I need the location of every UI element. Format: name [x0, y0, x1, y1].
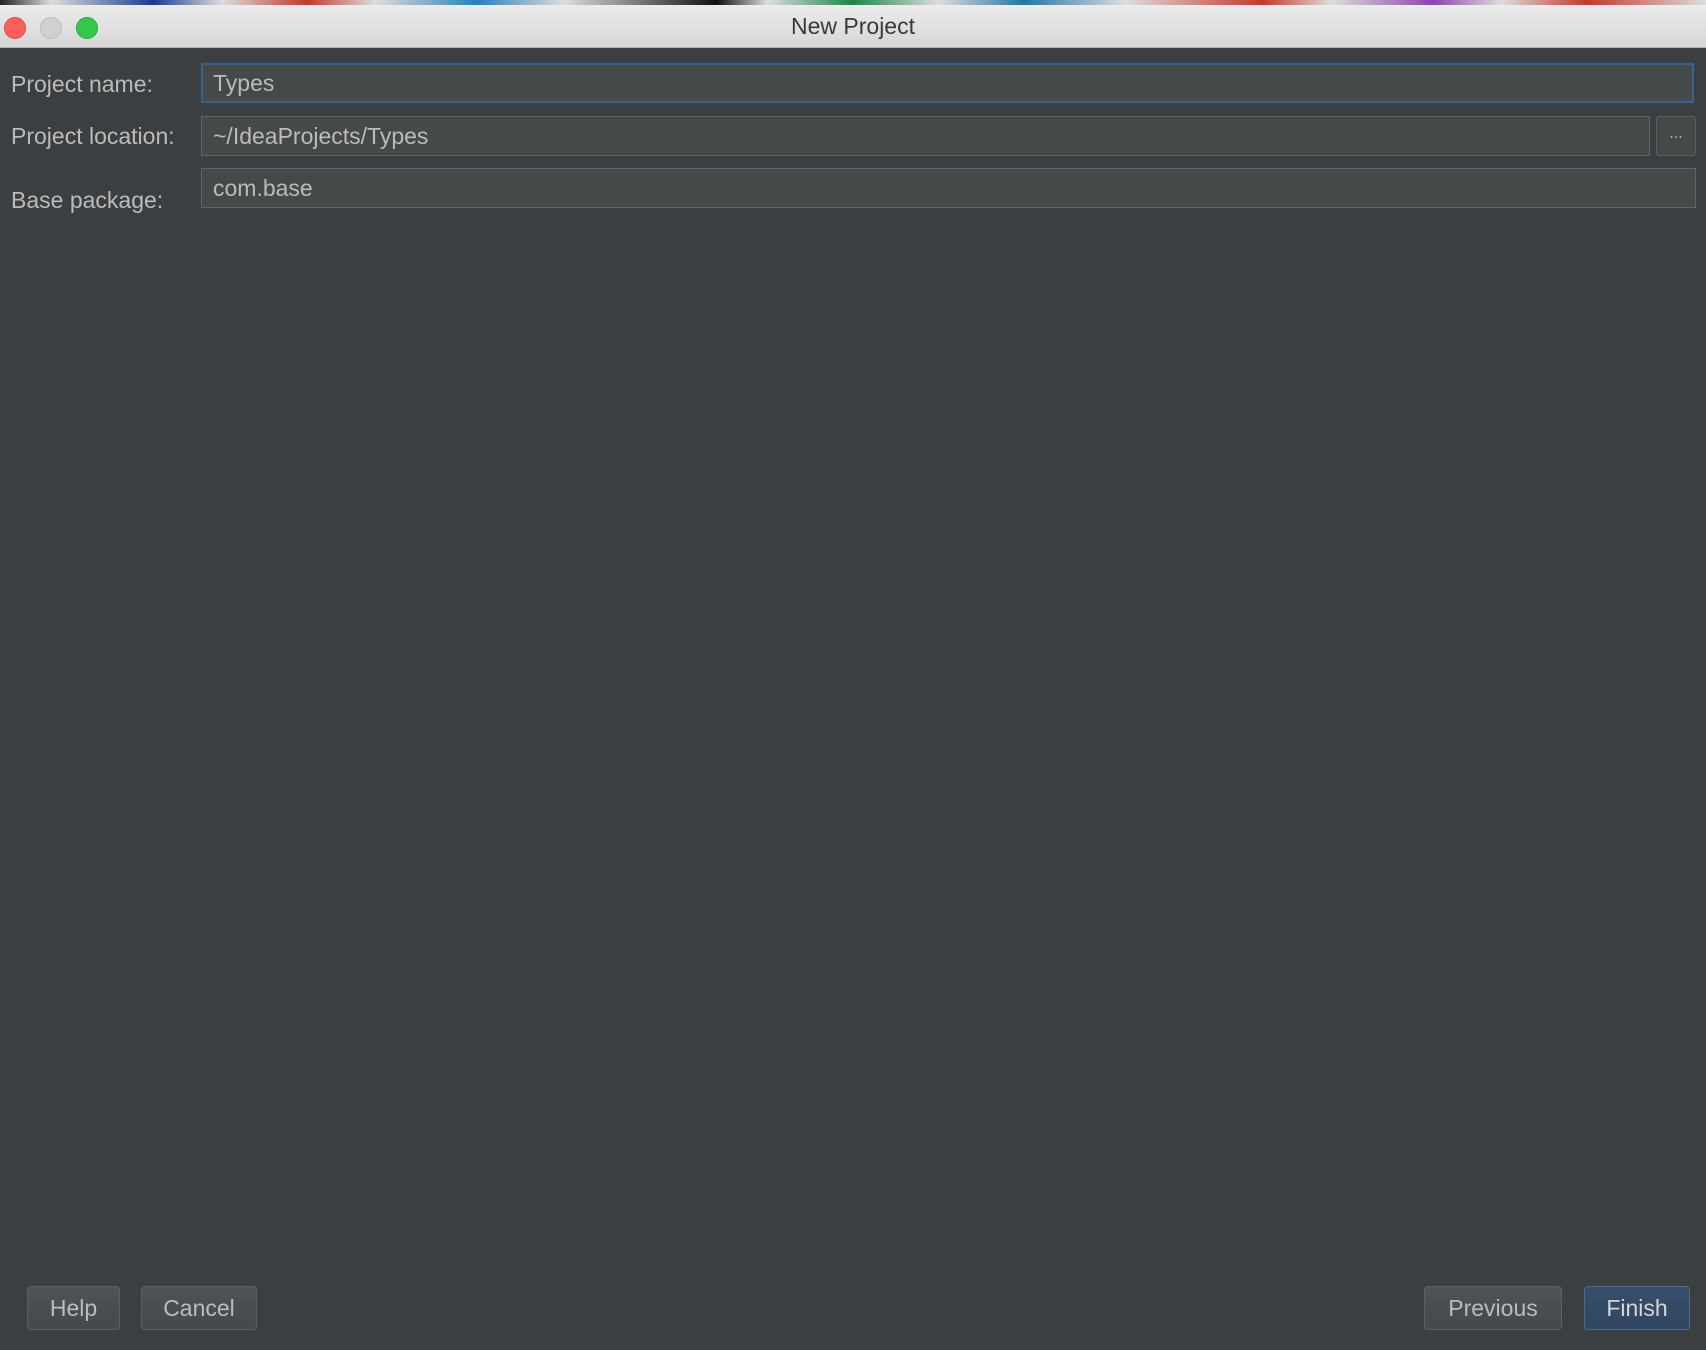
new-project-dialog: New Project Project name: Project locati…: [0, 0, 1706, 1350]
window-title: New Project: [791, 13, 915, 39]
project-location-label: Project location:: [11, 123, 175, 149]
title-bar: New Project: [0, 5, 1706, 48]
base-package-input[interactable]: [201, 168, 1696, 208]
project-location-input[interactable]: [201, 116, 1650, 156]
cancel-button[interactable]: Cancel: [141, 1286, 257, 1330]
base-package-label: Base package:: [11, 187, 164, 213]
project-name-label: Project name:: [11, 71, 153, 97]
previous-button[interactable]: Previous: [1424, 1286, 1562, 1330]
project-name-input[interactable]: [201, 63, 1694, 103]
help-button[interactable]: Help: [27, 1286, 120, 1330]
finish-button[interactable]: Finish: [1584, 1286, 1690, 1330]
browse-location-button[interactable]: ...: [1656, 116, 1696, 156]
